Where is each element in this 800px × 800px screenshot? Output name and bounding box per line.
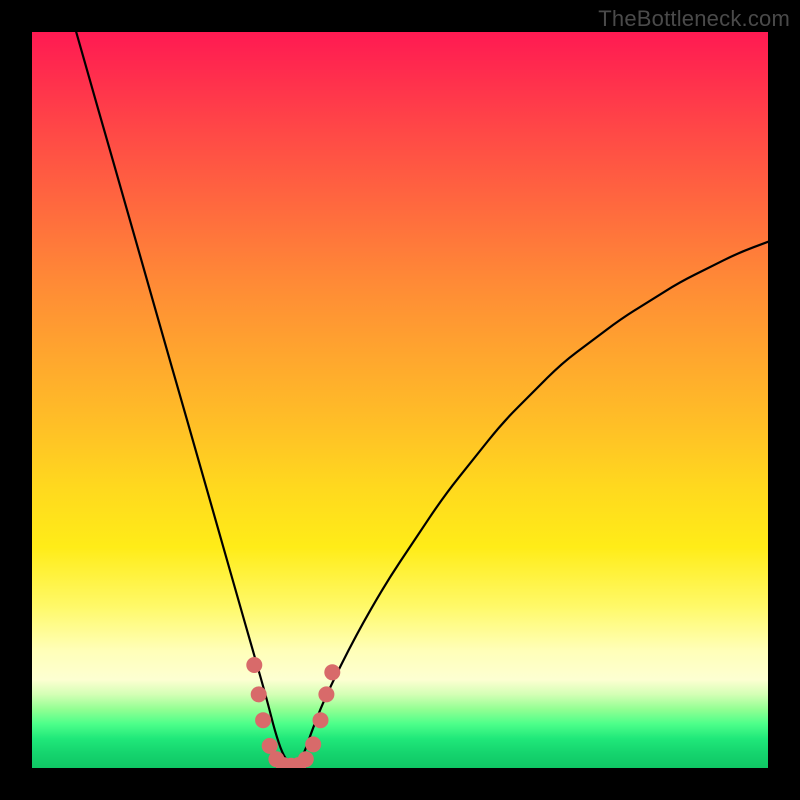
valley-dot — [255, 712, 271, 728]
valley-dot — [251, 686, 267, 702]
watermark-text: TheBottleneck.com — [598, 6, 790, 32]
curve-svg — [32, 32, 768, 768]
valley-dot — [324, 664, 340, 680]
bottleneck-curve — [76, 32, 768, 764]
plot-area — [32, 32, 768, 768]
valley-dot — [318, 686, 334, 702]
valley-dot — [313, 712, 329, 728]
valley-dot — [298, 751, 314, 767]
chart-frame: TheBottleneck.com — [0, 0, 800, 800]
valley-dot — [305, 736, 321, 752]
valley-dot — [246, 657, 262, 673]
